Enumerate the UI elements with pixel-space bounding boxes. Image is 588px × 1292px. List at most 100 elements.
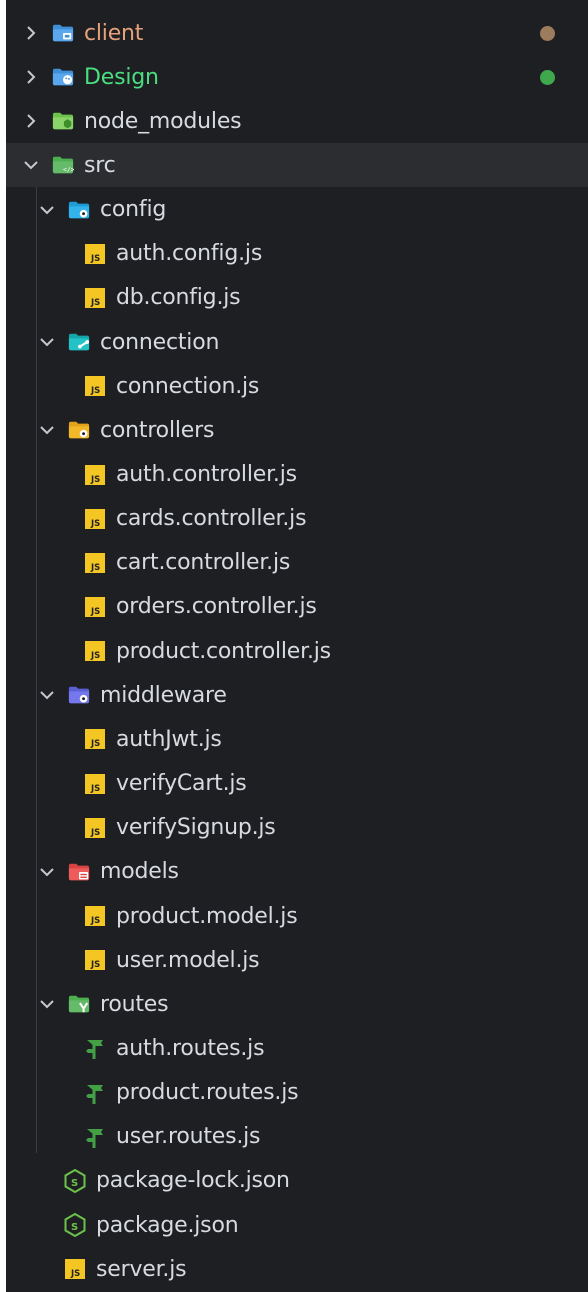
js-file-icon: JS <box>84 817 106 839</box>
chevron-down-icon[interactable] <box>38 201 56 219</box>
tree-file-row[interactable]: JS product.controller.js <box>6 629 588 673</box>
tree-file-row[interactable]: Spackage.json <box>6 1203 588 1247</box>
svg-text:JS: JS <box>90 298 100 308</box>
svg-text:S: S <box>71 1178 78 1189</box>
connection-folder-icon <box>68 331 90 353</box>
chevron-down-icon[interactable] <box>38 333 56 351</box>
js-file-icon: JS <box>84 375 106 397</box>
tree-item-label: package-lock.json <box>96 1168 290 1194</box>
tree-folder-row[interactable]: Design <box>6 55 588 99</box>
js-file-icon: JS <box>84 552 106 574</box>
tree-folder-row[interactable]: node_modules <box>6 99 588 143</box>
tree-file-row[interactable]: JS db.config.js <box>6 276 588 320</box>
tree-file-row[interactable]: JS authJwt.js <box>6 717 588 761</box>
tree-file-row[interactable]: JS user.model.js <box>6 938 588 982</box>
tree-folder-row[interactable]: </> src <box>6 143 588 188</box>
tree-item-label: routes <box>100 991 169 1017</box>
tree-item-label: cards.controller.js <box>116 506 307 532</box>
tree-file-row[interactable]: user.routes.js <box>6 1115 588 1159</box>
models-folder-icon <box>68 861 90 883</box>
js-file-icon: JS <box>84 773 106 795</box>
tree-item-label: package.json <box>96 1212 239 1238</box>
svg-text:JS: JS <box>90 828 100 838</box>
chevron-down-icon[interactable] <box>38 863 56 881</box>
tree-file-row[interactable]: JS product.model.js <box>6 894 588 938</box>
svg-text:JS: JS <box>90 475 100 485</box>
js-file-icon: JS <box>84 905 106 927</box>
tree-folder-row[interactable]: routes <box>6 982 588 1026</box>
nodejs-file-icon: S <box>64 1168 86 1193</box>
tree-file-row[interactable]: JS verifySignup.js <box>6 806 588 850</box>
tree-item-label: verifyCart.js <box>116 771 247 797</box>
tree-folder-row[interactable]: middleware <box>6 673 588 717</box>
svg-text:JS: JS <box>90 784 100 794</box>
tree-item-label: Design <box>84 64 159 90</box>
chevron-down-icon[interactable] <box>22 156 40 174</box>
chevron-right-icon[interactable] <box>22 68 40 86</box>
tree-file-row[interactable]: JS connection.js <box>6 364 588 408</box>
routes-folder-icon <box>68 993 90 1015</box>
svg-text:JS: JS <box>90 563 100 573</box>
tree-item-label: middleware <box>100 682 227 708</box>
tree-folder-row[interactable]: controllers <box>6 408 588 452</box>
tree-item-label: node_modules <box>84 108 242 134</box>
tree-item-label: client <box>84 20 144 46</box>
tree-folder-row[interactable]: models <box>6 850 588 894</box>
tree-item-label: models <box>100 859 179 885</box>
tree-item-label: auth.config.js <box>116 241 263 267</box>
chevron-right-icon[interactable] <box>22 112 40 130</box>
tree-file-row[interactable]: Spackage-lock.json <box>6 1159 588 1203</box>
file-explorer: client Design node_modules </> src confi… <box>6 0 588 1292</box>
js-file-icon: JS <box>84 640 106 662</box>
tree-item-label: verifySignup.js <box>116 815 276 841</box>
svg-text:JS: JS <box>90 254 100 264</box>
config-folder-icon <box>68 199 90 221</box>
tree-item-label: connection <box>100 329 220 355</box>
chevron-right-icon[interactable] <box>22 24 40 42</box>
js-file-icon: JS <box>84 287 106 309</box>
chevron-down-icon[interactable] <box>38 686 56 704</box>
tree-file-row[interactable]: JS auth.config.js <box>6 232 588 276</box>
tree-file-row[interactable]: auth.routes.js <box>6 1026 588 1070</box>
svg-text:JS: JS <box>90 960 100 970</box>
tree-item-label: auth.controller.js <box>116 462 297 487</box>
controllers-folder-icon <box>68 419 90 441</box>
tree-file-row[interactable]: JS orders.controller.js <box>6 585 588 629</box>
design-folder-icon <box>52 66 74 88</box>
tree-file-row[interactable]: JS server.js <box>6 1247 588 1291</box>
js-file-icon: JS <box>84 949 106 971</box>
tree-file-row[interactable]: JS verifyCart.js <box>6 762 588 806</box>
src-folder-icon: </> <box>52 154 74 176</box>
tree-folder-row[interactable]: config <box>6 188 588 232</box>
tree-folder-row[interactable]: connection <box>6 320 588 364</box>
tree-file-row[interactable]: JS auth.controller.js <box>6 453 588 497</box>
tree-item-label: product.model.js <box>116 903 298 929</box>
svg-text:JS: JS <box>90 916 100 926</box>
tree-folder-row[interactable]: client <box>6 11 588 55</box>
tree-file-row[interactable]: JS cards.controller.js <box>6 497 588 541</box>
js-file-icon: JS <box>84 464 106 486</box>
tree-item-label: config <box>100 197 167 223</box>
chevron-down-icon[interactable] <box>38 995 56 1013</box>
js-file-icon: JS <box>84 728 106 750</box>
tree-file-row[interactable]: product.routes.js <box>6 1071 588 1115</box>
tree-file-row[interactable]: JS cart.controller.js <box>6 541 588 585</box>
tree-item-label: db.config.js <box>116 285 241 311</box>
chevron-down-icon[interactable] <box>38 421 56 439</box>
